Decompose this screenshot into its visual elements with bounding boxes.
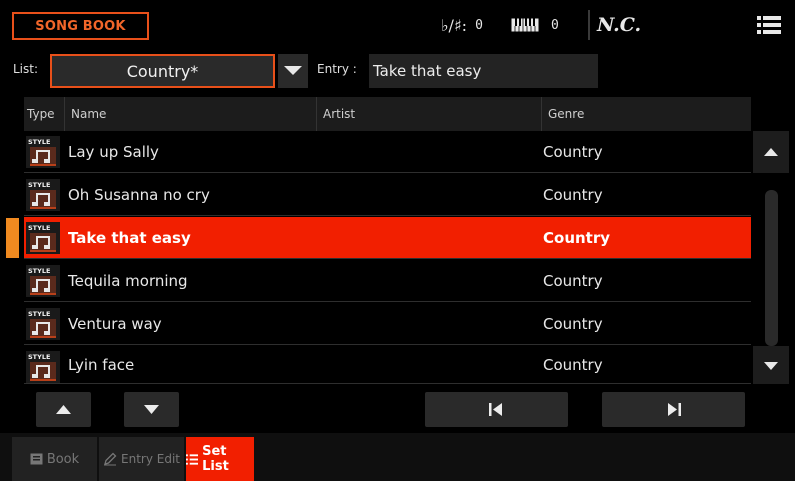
svg-text:STYLE: STYLE xyxy=(28,353,50,361)
song-genre: Country xyxy=(543,356,603,374)
song-name: Ventura way xyxy=(68,315,162,333)
svg-text:STYLE: STYLE xyxy=(28,267,50,275)
dropdown-arrow-icon xyxy=(284,66,302,75)
entry-field: Take that easy xyxy=(369,54,598,88)
triangle-up-icon xyxy=(56,405,71,414)
list-label: List: xyxy=(13,62,39,76)
song-name: Take that easy xyxy=(68,229,191,247)
song-genre: Country xyxy=(543,272,603,290)
table-row[interactable]: STYLE Oh Susanna no cry Country xyxy=(24,174,751,216)
menu-icon[interactable] xyxy=(757,15,781,35)
next-button[interactable] xyxy=(602,392,745,427)
style-icon: STYLE xyxy=(26,265,60,297)
song-genre: Country xyxy=(543,315,603,333)
tab-book[interactable]: Book xyxy=(12,437,97,481)
song-name: Lay up Sally xyxy=(68,143,159,161)
octave-indicator[interactable]: 0 xyxy=(511,13,559,37)
transpose-indicator[interactable]: ♭/♯: 0 xyxy=(441,13,483,37)
table-header: Type Name Artist Genre xyxy=(24,97,751,131)
page-title-tab[interactable]: SONG BOOK xyxy=(12,12,149,40)
triangle-up-icon xyxy=(764,148,778,156)
skip-previous-icon xyxy=(489,403,502,416)
pencil-icon xyxy=(104,452,117,466)
song-name: Oh Susanna no cry xyxy=(68,186,210,204)
selected-row-marker xyxy=(6,218,19,258)
list-dropdown-button[interactable] xyxy=(278,54,308,88)
table-row[interactable]: STYLE Ventura way Country xyxy=(24,303,751,345)
style-icon: STYLE xyxy=(26,308,60,340)
entry-label: Entry : xyxy=(317,62,357,76)
table-row[interactable]: STYLE Lyin face Country xyxy=(24,346,751,384)
chord-display: N.C. xyxy=(597,14,642,36)
scroll-down-button[interactable] xyxy=(753,346,789,384)
tab-set-list[interactable]: Set List xyxy=(186,437,254,481)
move-up-button[interactable] xyxy=(36,392,91,427)
transpose-label: ♭/♯: xyxy=(441,15,468,35)
book-icon xyxy=(30,453,43,465)
svg-text:STYLE: STYLE xyxy=(28,138,50,146)
column-header-name[interactable]: Name xyxy=(64,97,316,131)
table-row[interactable]: STYLE Tequila morning Country xyxy=(24,260,751,302)
table-row-selected[interactable]: STYLE Take that easy Country xyxy=(24,217,751,259)
entry-value: Take that easy xyxy=(373,62,482,80)
column-header-type[interactable]: Type xyxy=(24,97,64,131)
transpose-value: 0 xyxy=(475,17,483,33)
skip-next-icon xyxy=(668,403,681,416)
triangle-down-icon xyxy=(764,362,778,370)
scroll-up-button[interactable] xyxy=(753,131,789,173)
column-header-genre[interactable]: Genre xyxy=(541,97,751,131)
column-header-artist[interactable]: Artist xyxy=(316,97,541,131)
tab-set-list-label: Set List xyxy=(202,444,229,474)
svg-text:STYLE: STYLE xyxy=(28,310,50,318)
song-genre: Country xyxy=(543,186,603,204)
song-name: Tequila morning xyxy=(68,272,188,290)
octave-value: 0 xyxy=(551,17,559,33)
svg-text:STYLE: STYLE xyxy=(28,181,50,189)
style-icon: STYLE xyxy=(26,351,60,383)
list-icon xyxy=(186,453,199,465)
previous-button[interactable] xyxy=(425,392,568,427)
move-down-button[interactable] xyxy=(124,392,179,427)
list-dropdown-value: Country* xyxy=(126,61,199,81)
song-name: Lyin face xyxy=(68,356,135,374)
style-icon: STYLE xyxy=(26,179,60,211)
tab-entry-edit[interactable]: Entry Edit xyxy=(99,437,184,481)
song-genre: Country xyxy=(543,229,611,247)
style-icon: STYLE xyxy=(26,136,60,168)
header-divider xyxy=(588,10,590,40)
scrollbar-thumb[interactable] xyxy=(765,190,778,346)
tab-book-label: Book xyxy=(46,451,80,467)
tab-entry-edit-label: Entry Edit xyxy=(121,452,180,466)
song-genre: Country xyxy=(543,143,603,161)
keyboard-icon xyxy=(511,18,539,32)
style-icon: STYLE xyxy=(26,222,60,254)
table-row[interactable]: STYLE Lay up Sally Country xyxy=(24,131,751,173)
triangle-down-icon xyxy=(144,405,159,414)
list-dropdown[interactable]: Country* xyxy=(50,54,275,88)
svg-text:STYLE: STYLE xyxy=(28,224,50,232)
